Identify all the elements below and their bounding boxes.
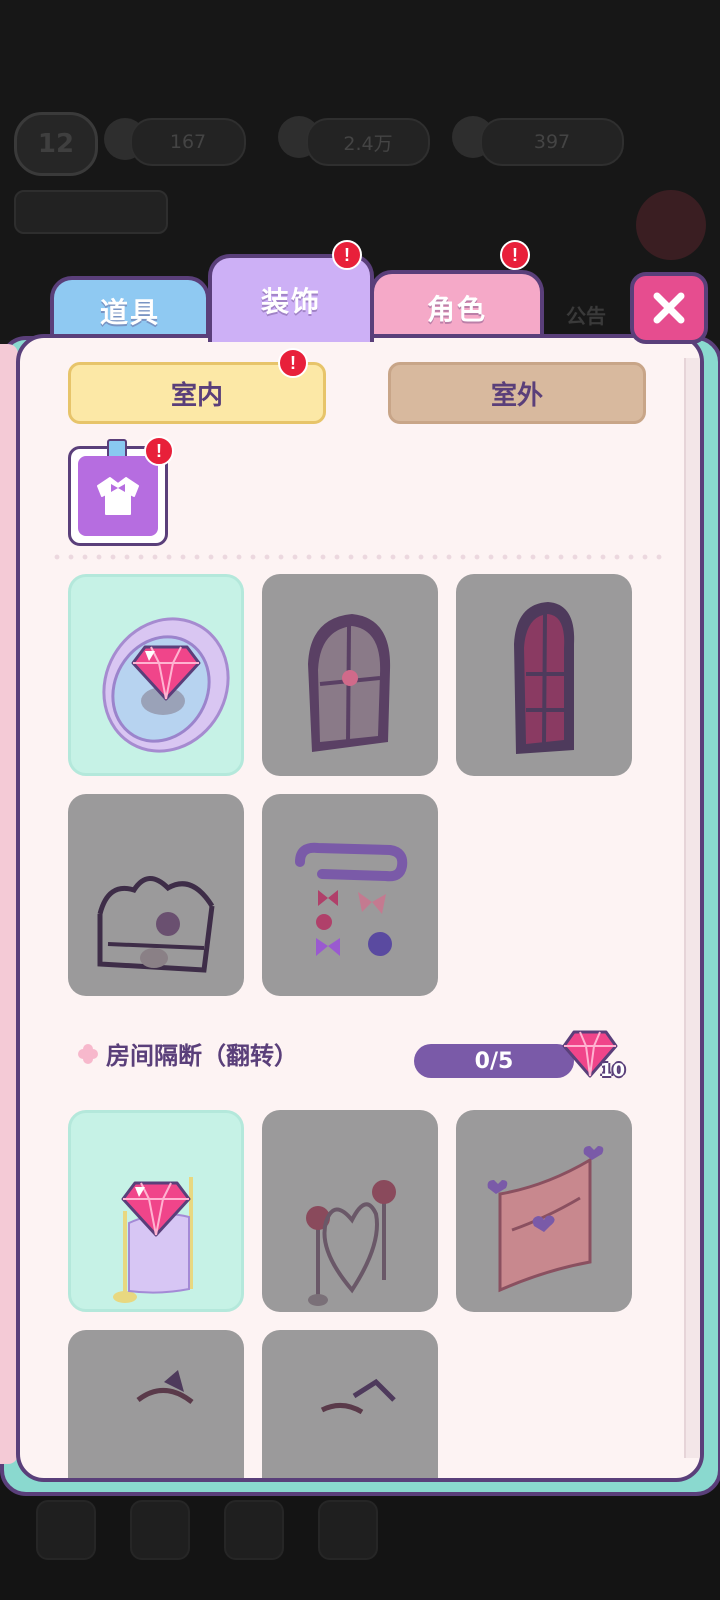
dotted-divider	[50, 554, 670, 560]
characters-alert-badge: !	[500, 240, 530, 270]
decor-panel: 室内 ! 室外 ! 房间隔断（翻转） 0/5 10	[16, 334, 704, 1482]
decor-item-skull-heart-divider[interactable]	[262, 1110, 438, 1312]
bottom-nav-icon	[130, 1500, 190, 1560]
decor-item-tall-window[interactable]	[456, 574, 632, 776]
bottom-nav-icon	[224, 1500, 284, 1560]
decor-alert-badge: !	[332, 240, 362, 270]
category-alert-badge: !	[144, 436, 174, 466]
decor-item-partial-1[interactable]	[68, 1330, 244, 1478]
outfit-icon	[97, 477, 139, 515]
energy-counter: 167	[130, 118, 246, 166]
decor-item-partial-2[interactable]	[262, 1330, 438, 1478]
coin-counter: 2.4万	[306, 118, 430, 166]
flower-icon	[78, 1043, 98, 1064]
decor-item-safety-pin-charms[interactable]	[262, 794, 438, 996]
bottom-nav-icon	[36, 1500, 96, 1560]
indoor-alert-badge: !	[278, 348, 308, 378]
decor-item-arched-window[interactable]	[262, 574, 438, 776]
reward-gem-count: 10	[600, 1060, 626, 1081]
close-button[interactable]	[630, 272, 708, 344]
subtab-outdoor[interactable]: 室外	[388, 362, 646, 424]
notice-label: 公告	[566, 304, 606, 328]
dimmed-button	[636, 190, 706, 260]
tab-characters[interactable]: 角色	[370, 270, 544, 342]
collection-progress: 0/5	[414, 1044, 574, 1078]
category-tile-bg	[78, 456, 158, 536]
player-level-badge: 12	[14, 112, 98, 176]
bottom-nav-icon	[318, 1500, 378, 1560]
gem-counter: 397	[480, 118, 624, 166]
page-edge	[684, 358, 700, 1458]
event-tag	[14, 190, 168, 234]
decor-item-heart-fence[interactable]	[456, 1110, 632, 1312]
close-icon	[653, 292, 685, 324]
decor-item-lace-divider[interactable]	[68, 1110, 244, 1312]
decor-item-mirror[interactable]	[68, 574, 244, 776]
section-title: 房间隔断（翻转）	[106, 1042, 298, 1070]
tab-props[interactable]: 道具	[50, 276, 210, 342]
section-header: 房间隔断（翻转）	[78, 1036, 298, 1071]
decor-item-bench[interactable]	[68, 794, 244, 996]
